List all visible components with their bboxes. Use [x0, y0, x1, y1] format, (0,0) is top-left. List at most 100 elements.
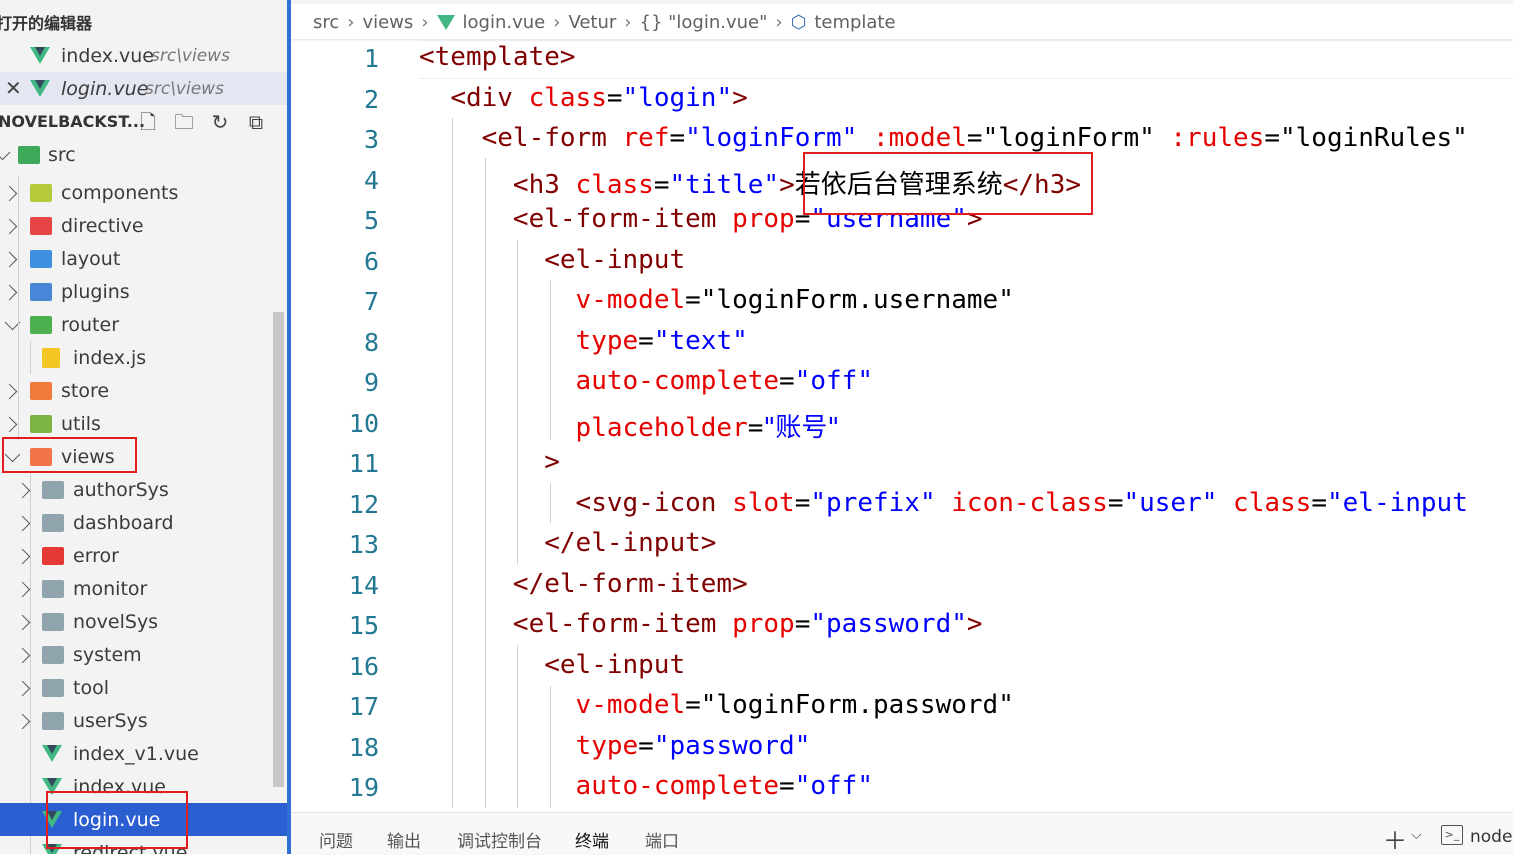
tree-item-utils[interactable]: utils	[0, 407, 287, 440]
tree-item-usersys[interactable]: userSys	[0, 704, 287, 737]
chevron-right-icon	[1, 185, 18, 202]
code-line[interactable]: </el-input>	[419, 528, 716, 558]
code-token: "off"	[794, 366, 873, 396]
tree-item-index-js[interactable]: index.js	[0, 341, 287, 374]
tree-item-dashboard[interactable]: dashboard	[0, 506, 287, 539]
code-token: v-model	[575, 690, 686, 720]
code-line[interactable]: auto-complete="off"	[419, 366, 873, 396]
tree-item-novelsys[interactable]: novelSys	[0, 605, 287, 638]
chevron-down-icon[interactable]: ⌵	[1411, 827, 1422, 843]
breadcrumb-item[interactable]: views	[362, 12, 413, 33]
code-editor[interactable]: src › views › login.vue › Vetur › {} "lo…	[291, 0, 1513, 856]
tree-item-label: index.js	[73, 346, 147, 369]
tab-terminal[interactable]: 终端	[575, 827, 609, 852]
line-number: 16	[348, 651, 379, 681]
open-editor-item-active[interactable]: ✕ login.vue src\views	[0, 72, 287, 105]
add-terminal-icon[interactable]: ＋	[1383, 821, 1407, 856]
tree-item-index-v1-vue[interactable]: index_v1.vue	[0, 737, 287, 770]
tab-problems[interactable]: 问题	[319, 827, 353, 852]
folder-store-icon	[30, 382, 52, 400]
breadcrumb-item[interactable]: login.vue	[463, 12, 546, 33]
breadcrumb-item[interactable]: {} "login.vue"	[640, 12, 768, 33]
code-line[interactable]: type="password"	[419, 731, 811, 761]
tab-debug-console[interactable]: 调试控制台	[457, 827, 542, 852]
code-token: =	[653, 169, 670, 200]
tree-item-router[interactable]: router	[0, 308, 287, 341]
code-line[interactable]: >	[419, 447, 560, 477]
code-line[interactable]: auto-complete="off"	[419, 771, 873, 801]
code-token: class	[1233, 487, 1312, 518]
tab-ports[interactable]: 端口	[645, 827, 679, 852]
code-line[interactable]: <svg-icon slot="prefix" icon-class="user…	[419, 488, 1468, 518]
chevron-right-icon: ›	[624, 11, 632, 33]
code-token: =	[1264, 123, 1280, 153]
chevron-right-icon: ›	[421, 11, 429, 33]
code-token: =	[794, 487, 811, 518]
code-line[interactable]: <el-input	[419, 245, 685, 275]
line-number: 3	[363, 125, 379, 154]
open-editors-header[interactable]: 打开的编辑器	[0, 5, 287, 38]
code-token: "user"	[1123, 487, 1218, 518]
code-line[interactable]: <el-form-item prop="password">	[419, 609, 983, 639]
chevron-right-icon	[14, 713, 31, 730]
tree-item-tool[interactable]: tool	[0, 671, 287, 704]
tree-item-monitor[interactable]: monitor	[0, 572, 287, 605]
open-editor-path: src\views	[151, 46, 230, 66]
new-folder-icon[interactable]: 🗀	[173, 112, 195, 132]
tree-item-plugins[interactable]: plugins	[0, 275, 287, 308]
breadcrumb-item[interactable]: Vetur	[568, 12, 616, 33]
code-line[interactable]: <template>	[419, 42, 576, 72]
indent-guide	[30, 341, 31, 374]
code-line[interactable]: v-model="loginForm.password"	[419, 690, 1014, 720]
tree-item-layout[interactable]: layout	[0, 242, 287, 275]
code-token: ref	[622, 123, 670, 153]
tab-output[interactable]: 输出	[387, 827, 421, 852]
chevron-right-icon	[1, 416, 18, 433]
code-token: =	[1107, 487, 1124, 518]
line-number: 17	[348, 692, 379, 721]
tree-item-directive[interactable]: directive	[0, 209, 287, 242]
tree-item-label: novelSys	[73, 610, 159, 633]
tree-item-components[interactable]: components	[0, 176, 287, 209]
tree-item-label: dashboard	[73, 511, 174, 534]
code-token: prop	[732, 609, 795, 639]
refresh-icon[interactable]: ↻	[209, 112, 231, 132]
tree-item-src[interactable]: src	[0, 138, 287, 171]
chevron-right-icon	[1, 383, 18, 400]
code-line[interactable]: </el-form-item>	[419, 569, 748, 599]
code-token: >	[966, 609, 983, 639]
code-token: class	[575, 169, 654, 200]
open-editor-item[interactable]: index.vue src\views	[0, 39, 287, 72]
code-token: class	[528, 82, 607, 113]
indent-guide	[18, 176, 19, 440]
chevron-right-icon	[14, 581, 31, 598]
code-line[interactable]: v-model="loginForm.username"	[419, 285, 1014, 315]
code-token: "el-input	[1326, 487, 1468, 518]
new-file-icon[interactable]: 🗋	[137, 112, 159, 132]
code-token: <el-form-item	[512, 204, 733, 234]
tree-item-system[interactable]: system	[0, 638, 287, 671]
code-line[interactable]: type="text"	[419, 326, 748, 356]
code-line[interactable]: <div class="login">	[419, 82, 747, 113]
tree-item-authorsys[interactable]: authorSys	[0, 473, 287, 506]
vue-file-icon	[30, 47, 50, 64]
tree-item-store[interactable]: store	[0, 374, 287, 407]
breadcrumb-item[interactable]: template	[814, 12, 895, 33]
folder-utils-icon	[30, 415, 52, 433]
breadcrumb-item[interactable]: src	[313, 12, 339, 33]
terminal-name[interactable]: node	[1470, 827, 1512, 847]
code-line[interactable]: <el-input	[419, 650, 685, 680]
code-line[interactable]: placeholder="账号"	[419, 407, 840, 444]
close-icon[interactable]: ✕	[5, 76, 22, 100]
code-line[interactable]: <el-form ref="loginForm" :model="loginFo…	[419, 123, 1468, 153]
collapse-all-icon[interactable]: ⧉	[245, 112, 267, 132]
sidebar-scrollbar[interactable]	[273, 312, 284, 787]
tree-item-error[interactable]: error	[0, 539, 287, 572]
code-token: slot	[732, 487, 795, 518]
code-token: "prefix"	[810, 487, 936, 518]
chevron-right-icon	[14, 482, 31, 499]
